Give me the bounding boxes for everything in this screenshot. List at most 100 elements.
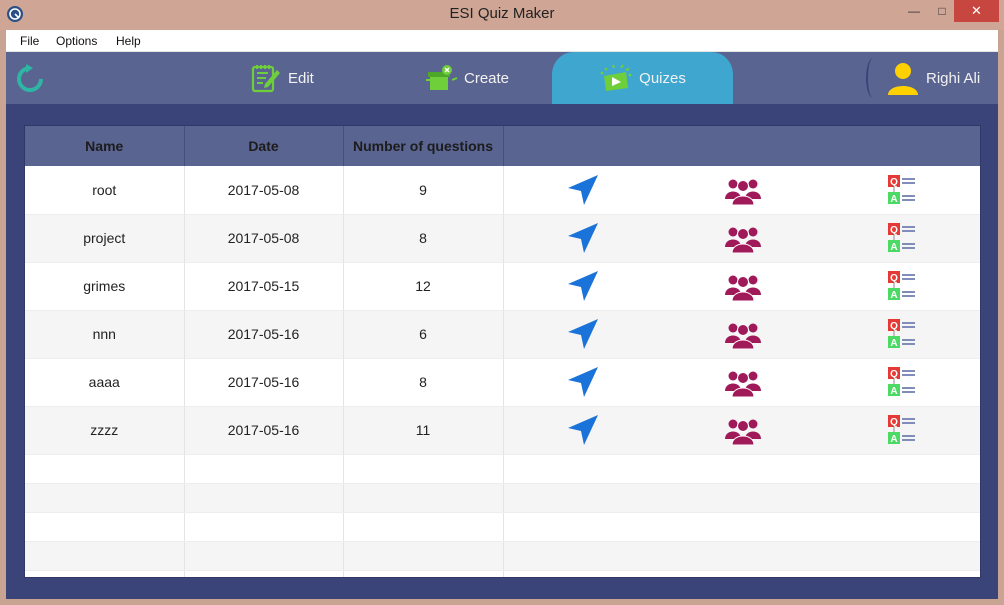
cell-actions: Q A: [503, 406, 980, 455]
empty-cell: [503, 454, 980, 484]
empty-row: [25, 454, 980, 484]
questions-answers-button[interactable]: Q A: [884, 269, 920, 303]
cell-questions: 9: [343, 166, 504, 215]
send-icon: [568, 415, 599, 445]
empty-cell: [184, 483, 344, 513]
svg-text:A: A: [891, 194, 898, 205]
empty-cell: [343, 570, 504, 577]
user-profile[interactable]: Righi Ali: [866, 52, 980, 104]
participants-button[interactable]: [724, 269, 761, 303]
svg-text:A: A: [891, 242, 898, 253]
participants-button[interactable]: [724, 365, 761, 399]
tab-create-label: Create: [464, 69, 510, 87]
content-area: Name Date Number of questions root 2017-…: [6, 104, 998, 599]
cell-name: grimes: [25, 262, 185, 311]
empty-row: [25, 541, 980, 571]
cell-questions: 11: [343, 406, 504, 455]
table-row[interactable]: grimes 2017-05-15 12 Q A: [25, 262, 980, 311]
tab-edit-label: Edit: [288, 69, 314, 87]
header-actions: [503, 126, 980, 166]
table-row[interactable]: nnn 2017-05-16 6 Q A: [25, 310, 980, 359]
questions-answers-button[interactable]: Q A: [884, 365, 920, 399]
menu-options[interactable]: Options: [56, 34, 97, 48]
cell-questions: 8: [343, 358, 504, 407]
empty-cell: [25, 454, 185, 484]
cell-actions: Q A: [503, 358, 980, 407]
empty-row: [25, 512, 980, 542]
empty-cell: [503, 570, 980, 577]
user-bracket: [866, 58, 880, 98]
svg-text:Q: Q: [890, 177, 898, 188]
cell-actions: Q A: [503, 310, 980, 359]
header-number-of-questions[interactable]: Number of questions: [343, 126, 504, 166]
empty-cell: [343, 483, 504, 513]
cell-name: aaaa: [25, 358, 185, 407]
table-row[interactable]: project 2017-05-08 8 Q A: [25, 214, 980, 263]
empty-cell: [25, 541, 185, 571]
group-icon: [724, 227, 761, 253]
minimize-button[interactable]: —: [900, 0, 928, 22]
menu-bar: File Options Help: [6, 30, 998, 52]
header-name[interactable]: Name: [25, 126, 185, 166]
user-name: Righi Ali: [926, 69, 981, 87]
empty-cell: [184, 570, 344, 577]
cell-questions: 6: [343, 310, 504, 359]
send-button[interactable]: [565, 221, 601, 255]
edit-icon: [251, 65, 280, 93]
question-answer-icon: Q A: [888, 223, 916, 253]
questions-answers-button[interactable]: Q A: [884, 317, 920, 351]
send-icon: [568, 174, 599, 205]
window-title: ESI Quiz Maker: [449, 5, 555, 22]
tab-edit[interactable]: Edit: [250, 52, 314, 104]
empty-cell: [343, 512, 504, 542]
tab-quizes[interactable]: Quizes: [552, 52, 733, 104]
participants-button[interactable]: [724, 173, 761, 207]
participants-button[interactable]: [724, 221, 761, 255]
send-button[interactable]: [565, 269, 601, 303]
empty-cell: [25, 483, 185, 513]
empty-cell: [25, 512, 185, 542]
quiz-table: Name Date Number of questions root 2017-…: [24, 125, 981, 578]
table-row[interactable]: zzzz 2017-05-16 11 Q A: [25, 406, 980, 455]
send-button[interactable]: [565, 413, 601, 447]
refresh-icon[interactable]: [14, 63, 46, 95]
group-icon: [724, 179, 761, 205]
send-icon: [568, 223, 599, 253]
tab-create[interactable]: Create: [424, 52, 509, 104]
cell-name: project: [25, 214, 185, 263]
close-button[interactable]: ✕: [954, 0, 999, 22]
group-icon: [724, 419, 761, 445]
create-icon: [426, 65, 458, 90]
group-icon: [724, 323, 761, 349]
svg-text:Q: Q: [890, 225, 898, 236]
menu-help[interactable]: Help: [116, 34, 141, 48]
app-window: File Options Help Edit Create Quizes Rig…: [6, 30, 998, 599]
menu-file[interactable]: File: [20, 34, 39, 48]
cell-actions: Q A: [503, 214, 980, 263]
cell-date: 2017-05-16: [184, 406, 344, 455]
table-row[interactable]: root 2017-05-08 9 Q A: [25, 166, 980, 215]
table-row[interactable]: aaaa 2017-05-16 8 Q A: [25, 358, 980, 407]
send-button[interactable]: [565, 365, 601, 399]
send-button[interactable]: [565, 173, 601, 207]
questions-answers-button[interactable]: Q A: [884, 413, 920, 447]
group-icon: [724, 275, 761, 301]
cell-questions: 12: [343, 262, 504, 311]
cell-name: root: [25, 166, 185, 215]
svg-text:Q: Q: [890, 369, 898, 380]
maximize-button[interactable]: □: [928, 0, 956, 22]
participants-button[interactable]: [724, 413, 761, 447]
questions-answers-button[interactable]: Q A: [884, 173, 920, 207]
question-answer-icon: Q A: [888, 367, 916, 397]
question-answer-icon: Q A: [888, 271, 916, 301]
header-date[interactable]: Date: [184, 126, 344, 166]
question-answer-icon: Q A: [888, 319, 916, 349]
participants-button[interactable]: [724, 317, 761, 351]
send-button[interactable]: [565, 317, 601, 351]
group-icon: [724, 371, 761, 397]
cell-name: nnn: [25, 310, 185, 359]
quizes-icon: [600, 64, 632, 91]
cell-date: 2017-05-16: [184, 310, 344, 359]
questions-answers-button[interactable]: Q A: [884, 221, 920, 255]
cell-date: 2017-05-08: [184, 166, 344, 215]
